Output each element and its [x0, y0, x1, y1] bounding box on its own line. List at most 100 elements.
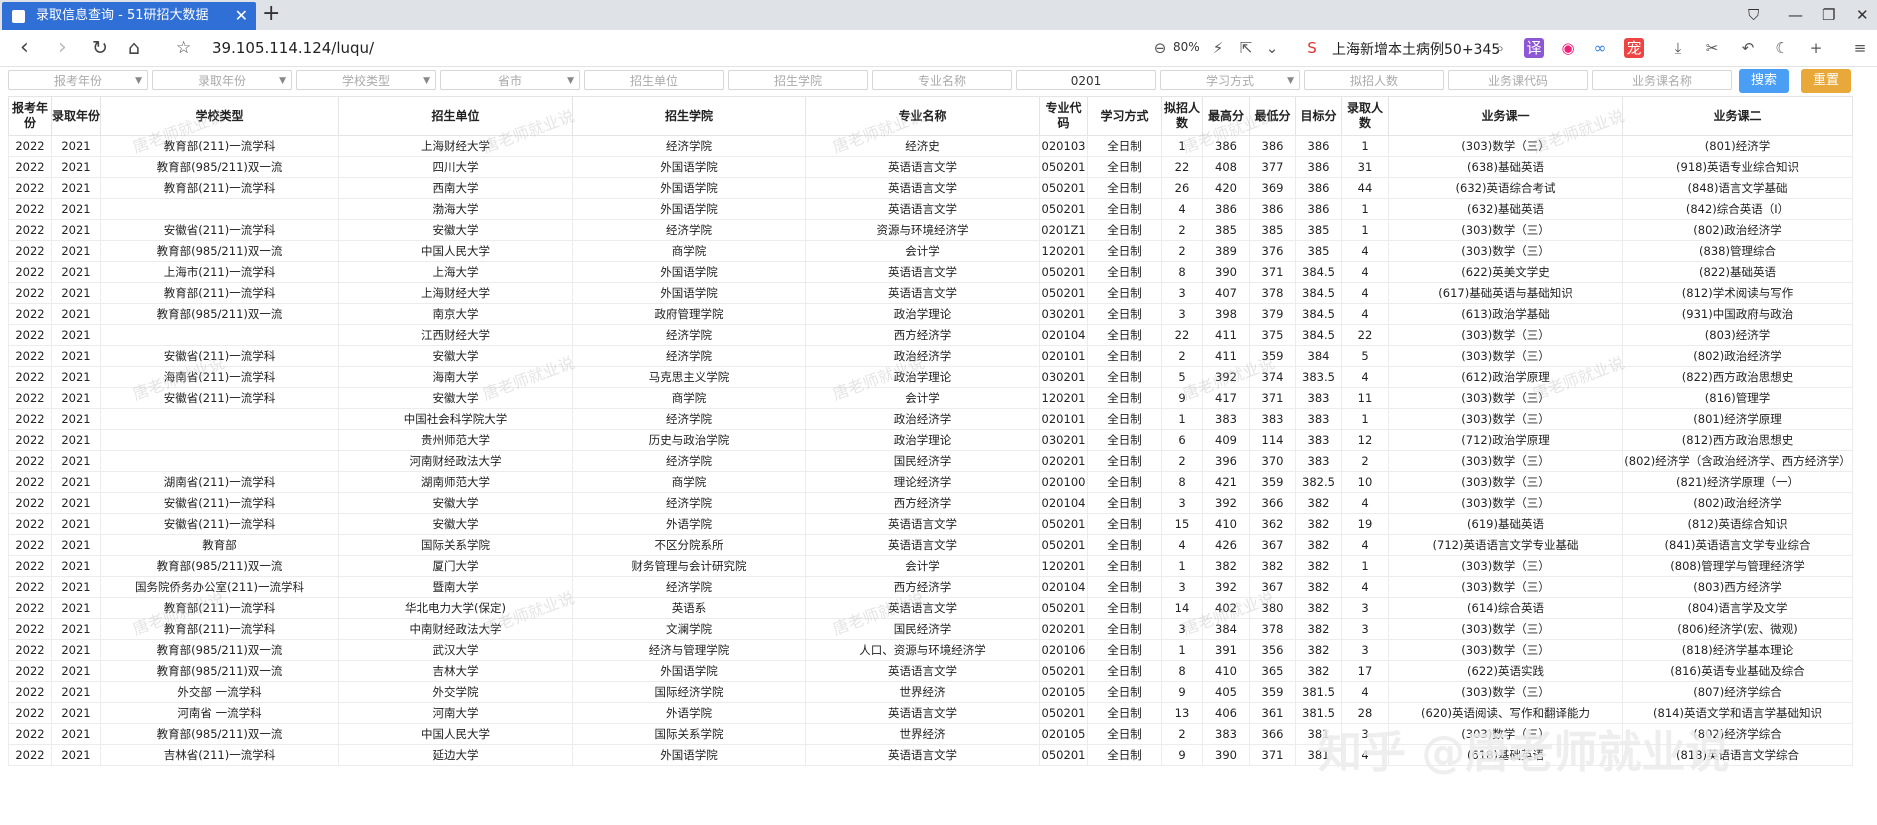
back-icon[interactable]: ‹: [20, 34, 29, 62]
table-cell: 全日制: [1087, 282, 1162, 304]
table-cell: 19: [1341, 513, 1389, 535]
table-cell: 5: [1341, 345, 1389, 367]
filter-province[interactable]: 省市 ▼: [440, 70, 580, 90]
table-cell: 3: [1161, 303, 1203, 325]
add-icon[interactable]: +: [1806, 38, 1826, 58]
table-cell: 外国语学院: [572, 282, 806, 304]
table-cell: 经济学院: [572, 135, 806, 157]
table-cell: 371: [1249, 744, 1296, 766]
dark-mode-icon[interactable]: ☾: [1772, 38, 1792, 58]
column-header: 专业名称: [805, 96, 1040, 136]
table-cell: 2022: [8, 345, 52, 367]
bookmark-star-icon[interactable]: ☆: [176, 34, 191, 62]
minimize-icon[interactable]: —: [1788, 0, 1803, 30]
table-cell: 396: [1202, 450, 1250, 472]
search-engine-icon[interactable]: S: [1302, 38, 1322, 58]
reset-button[interactable]: 重置: [1801, 69, 1851, 93]
table-row: 2022 2021 教育部(985/211)双一流 武汉大学 经济与管理学院 人口、资源与…: [8, 639, 1853, 661]
table-row: 2022 2021 安徽省(211)一流学科 安徽大学 外语学院 英语语言文学 050201…: [8, 513, 1853, 535]
filter-major-code[interactable]: 0201: [1016, 70, 1156, 90]
url-field[interactable]: 39.105.114.124/luqu/: [212, 39, 374, 57]
table-cell: 上海大学: [338, 261, 573, 283]
window-close-icon[interactable]: ✕: [1856, 0, 1869, 30]
zoom-level[interactable]: 80%: [1173, 40, 1200, 54]
table-cell: 英语语言文学: [805, 156, 1040, 178]
table-row: 2022 2021 教育部(985/211)双一流 厦门大学 财务管理与会计研究院 会计学…: [8, 555, 1853, 577]
table-cell: 392: [1202, 366, 1250, 388]
table-cell: 114: [1249, 429, 1296, 451]
zhihu-watermark: 知乎 @唐老师就业说: [1318, 727, 1730, 778]
table-cell: (807)经济学综合: [1622, 681, 1853, 703]
table-cell: [100, 324, 339, 346]
table-cell: 外国语学院: [572, 198, 806, 220]
table-cell: [100, 408, 339, 430]
table-cell: (617)基础英语与基础知识: [1388, 282, 1623, 304]
zoom-icon[interactable]: ⊖: [1150, 38, 1170, 58]
shirt-icon[interactable]: ⛉: [1748, 0, 1759, 30]
filter-label: 录取年份: [197, 74, 246, 88]
filter-value: 0201: [1070, 74, 1102, 88]
filter-course-name[interactable]: 业务课名称: [1592, 70, 1732, 90]
search-button[interactable]: 搜索: [1739, 69, 1789, 93]
extension-icon[interactable]: 宠: [1624, 38, 1644, 58]
reload-icon[interactable]: ↻: [92, 34, 108, 62]
table-cell: (806)经济学(宏、微观): [1622, 618, 1853, 640]
menu-icon[interactable]: ≡: [1850, 38, 1870, 58]
table-cell: 1: [1341, 408, 1389, 430]
search-suggestion[interactable]: 上海新增本土病例50+345: [1332, 39, 1500, 59]
filter-course-code[interactable]: 业务课代码: [1448, 70, 1588, 90]
table-cell: 359: [1249, 681, 1296, 703]
table-cell: 会计学: [805, 240, 1040, 262]
search-icon[interactable]: ⌕: [1490, 38, 1510, 58]
table-cell: 050201: [1039, 660, 1088, 682]
table-cell: 西方经济学: [805, 324, 1040, 346]
table-cell: 2021: [51, 597, 101, 619]
table-cell: 382: [1295, 660, 1342, 682]
table-cell: 国务院侨务办公室(211)一流学科: [100, 576, 339, 598]
browser-tab-active[interactable]: 录取信息查询 - 51研招大数据 ✕: [2, 2, 256, 30]
table-cell: (303)数学（三）: [1388, 681, 1623, 703]
restore-icon[interactable]: ❐: [1822, 0, 1835, 30]
download-icon[interactable]: ⤓: [1668, 38, 1688, 58]
share-icon[interactable]: ⇱: [1236, 38, 1256, 58]
chevron-down-icon: ▼: [1287, 76, 1294, 86]
filter-unit[interactable]: 招生单位: [584, 70, 724, 90]
table-cell: 020105: [1039, 723, 1088, 745]
admission-table: 报考年份 录取年份 学校类型 招生单位 招生学院 专业名称 专业代码 学习方式 拟招人数 最高分最…: [8, 96, 1853, 766]
table-cell: 030201: [1039, 429, 1088, 451]
table-cell: 9: [1161, 744, 1203, 766]
filter-admit-year[interactable]: 录取年份 ▼: [152, 70, 292, 90]
filter-major[interactable]: 专业名称: [872, 70, 1012, 90]
table-cell: 2021: [51, 534, 101, 556]
scissors-icon[interactable]: ✂: [1702, 38, 1722, 58]
infinity-icon[interactable]: ∞: [1590, 38, 1610, 58]
filter-study-mode[interactable]: 学习方式 ▼: [1160, 70, 1300, 90]
filter-apply-year[interactable]: 报考年份 ▼: [8, 70, 148, 90]
tab-title: 录取信息查询 - 51研招大数据: [36, 8, 209, 23]
new-tab-icon[interactable]: +: [262, 0, 280, 28]
table-cell: 外国语学院: [572, 261, 806, 283]
filter-school-type[interactable]: 学校类型 ▼: [296, 70, 436, 90]
table-cell: 中国人民大学: [338, 723, 573, 745]
table-cell: 文澜学院: [572, 618, 806, 640]
home-icon[interactable]: ⌂: [128, 34, 140, 62]
undo-icon[interactable]: ↶: [1738, 38, 1758, 58]
game-icon[interactable]: ◉: [1558, 38, 1578, 58]
table-cell: (614)综合英语: [1388, 597, 1623, 619]
table-cell: 西南大学: [338, 177, 573, 199]
table-cell: 359: [1249, 345, 1296, 367]
table-cell: (822)西方政治思想史: [1622, 366, 1853, 388]
table-cell: 教育部(985/211)双一流: [100, 723, 339, 745]
filter-college[interactable]: 招生学院: [728, 70, 868, 90]
forward-icon[interactable]: ›: [58, 34, 67, 62]
filter-label: 省市: [497, 74, 522, 88]
table-cell: 386: [1295, 156, 1342, 178]
chevron-down-icon[interactable]: ⌄: [1262, 38, 1282, 58]
table-cell: 南京大学: [338, 303, 573, 325]
table-cell: 吉林大学: [338, 660, 573, 682]
tab-close-icon[interactable]: ✕: [235, 2, 248, 30]
translate-icon[interactable]: 译: [1524, 38, 1544, 58]
table-cell: 9: [1161, 387, 1203, 409]
filter-plan-count[interactable]: 拟招人数: [1304, 70, 1444, 90]
lightning-icon[interactable]: ⚡: [1208, 38, 1228, 58]
